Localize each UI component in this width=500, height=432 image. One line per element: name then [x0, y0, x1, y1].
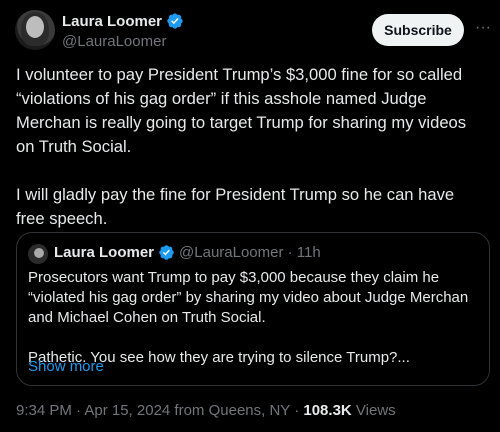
quoted-tweet-card[interactable]: Laura Loomer @LauraLoomer · 11h Prosecut…: [16, 232, 490, 386]
views-label: Views: [355, 402, 396, 419]
author-name-row: Laura Loomer: [62, 12, 184, 30]
tweet-footer: 9:34 PM · Apr 15, 2024 from Queens, NY ·…: [16, 402, 396, 419]
avatar-face: [26, 16, 44, 38]
tweet-paragraph: I will gladly pay the fine for President…: [16, 185, 455, 228]
quoted-author-name: Laura Loomer: [54, 244, 155, 261]
author-display-name[interactable]: Laura Loomer: [62, 13, 162, 30]
quoted-paragraph: Prosecutors want Trump to pay $3,000 bec…: [28, 269, 469, 326]
quoted-tweet-body: Prosecutors want Trump to pay $3,000 bec…: [28, 268, 483, 368]
quoted-author-avatar: [28, 244, 48, 264]
tweet-body: I volunteer to pay President Trump’s $3,…: [16, 63, 486, 231]
views-count: 108.3K: [303, 402, 352, 419]
show-more-link[interactable]: Show more: [28, 358, 104, 375]
tweet-paragraph: I volunteer to pay President Trump’s $3,…: [16, 65, 467, 156]
author-handle[interactable]: @LauraLoomer: [62, 33, 166, 50]
verified-badge-icon: [159, 245, 174, 260]
quoted-handle-time: @LauraLoomer · 11h: [179, 244, 321, 261]
subscribe-button[interactable]: Subscribe: [372, 14, 464, 46]
tweet-timestamp[interactable]: 9:34 PM · Apr 15, 2024 from Queens, NY ·: [16, 402, 299, 419]
more-options-icon[interactable]: ···: [474, 18, 492, 38]
verified-badge-icon: [167, 13, 183, 29]
quoted-tweet-header: Laura Loomer @LauraLoomer · 11h: [54, 244, 321, 261]
author-avatar[interactable]: [15, 10, 55, 50]
